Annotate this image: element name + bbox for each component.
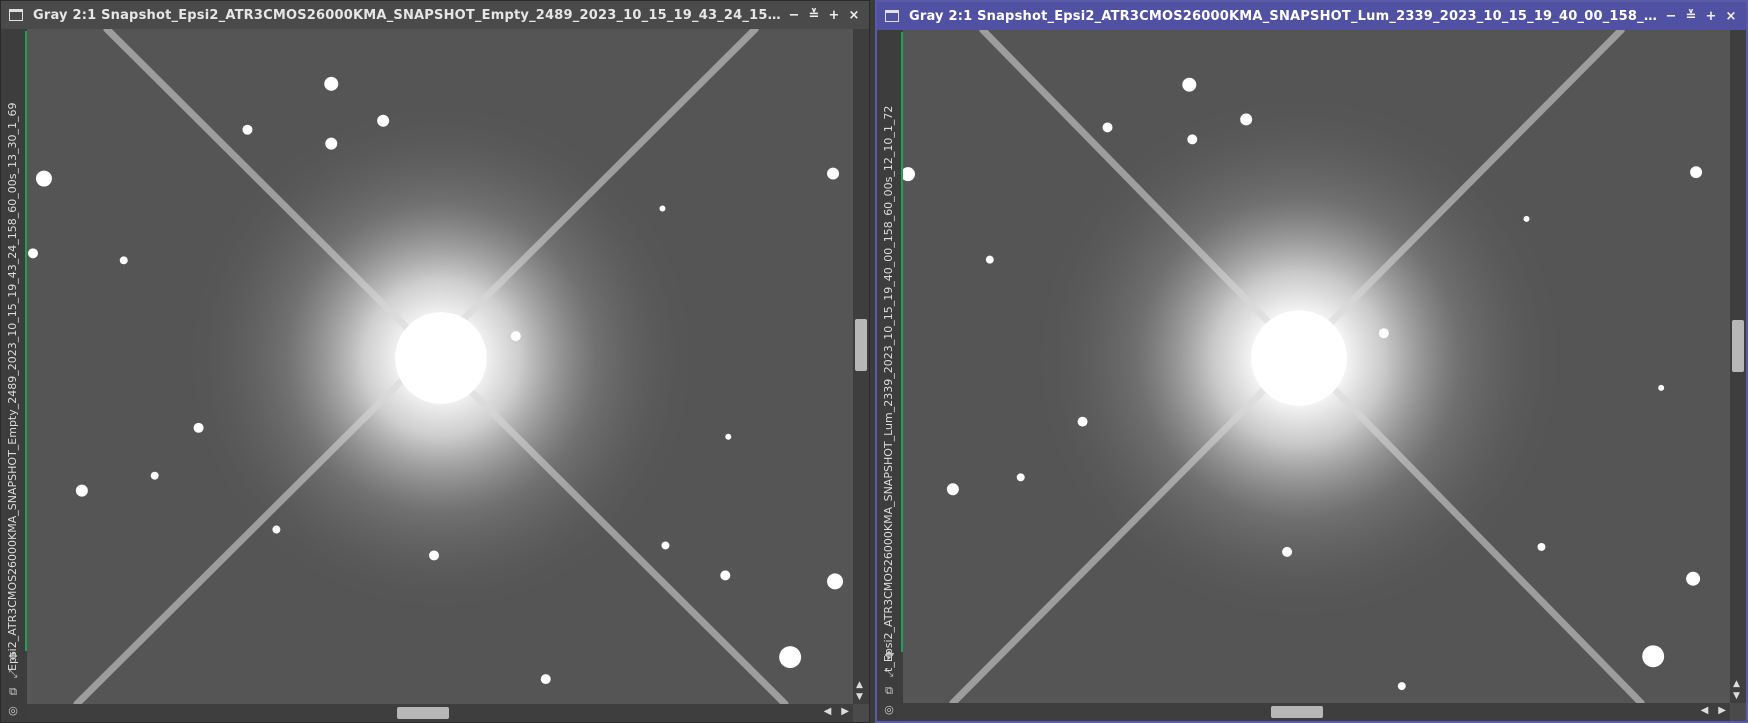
minimize-icon[interactable]: − [1664, 9, 1678, 24]
title-bar[interactable]: Gray 2:1 Snapshot_Epsi2_ATR3CMOS26000KMA… [877, 2, 1746, 30]
close-icon[interactable]: × [1724, 9, 1738, 24]
shade-icon[interactable]: ≚ [807, 8, 821, 23]
zoom-fit-icon[interactable]: ⤡ [883, 666, 895, 679]
target-icon[interactable]: ◎ [883, 703, 895, 716]
window-icon[interactable] [885, 10, 899, 22]
scroll-right-icon[interactable]: ▶ [841, 706, 849, 717]
zoom-fit-icon[interactable]: ⤡ [7, 667, 19, 680]
horizontal-scroll-thumb[interactable] [1271, 706, 1323, 718]
vertical-scrollbar[interactable]: ▲ ▼ [1730, 30, 1746, 703]
maximize-icon[interactable]: + [1704, 9, 1718, 24]
side-panel: t_Epsi2_ATR3CMOS26000KMA_SNAPSHOT_Lum_23… [877, 30, 903, 721]
window-title: Gray 2:1 Snapshot_Epsi2_ATR3CMOS26000KMA… [33, 7, 787, 23]
star-image [903, 30, 1730, 703]
maximize-icon[interactable]: + [827, 8, 841, 23]
clone-icon[interactable]: ⧉ [883, 684, 895, 697]
clone-icon[interactable]: ⧉ [7, 685, 19, 698]
scroll-down-icon[interactable]: ▼ [856, 692, 863, 702]
image-viewport[interactable] [903, 30, 1730, 703]
minimize-icon[interactable]: − [787, 8, 801, 23]
scroll-up-icon[interactable]: ▲ [856, 680, 863, 690]
star-image [27, 29, 853, 704]
horizontal-scrollbar[interactable]: ◀ ▶ [27, 704, 853, 722]
target-icon[interactable]: ◎ [7, 704, 19, 717]
close-icon[interactable]: × [847, 8, 861, 23]
window-icon[interactable] [9, 9, 23, 21]
scroll-up-icon[interactable]: ▲ [1733, 679, 1740, 689]
vertical-scrollbar[interactable]: ▲ ▼ [853, 29, 869, 704]
scroll-left-icon[interactable]: ◀ [1701, 705, 1709, 716]
image-window-lum[interactable]: Gray 2:1 Snapshot_Epsi2_ATR3CMOS26000KMA… [875, 0, 1748, 723]
pan-icon[interactable]: ✥ [883, 649, 895, 662]
window-title: Gray 2:1 Snapshot_Epsi2_ATR3CMOS26000KMA… [909, 8, 1664, 24]
image-viewport[interactable] [27, 29, 853, 704]
scroll-right-icon[interactable]: ▶ [1718, 705, 1726, 716]
image-window-empty[interactable]: Gray 2:1 Snapshot_Epsi2_ATR3CMOS26000KMA… [0, 0, 870, 723]
vertical-scroll-thumb[interactable] [855, 319, 867, 371]
vertical-scroll-thumb[interactable] [1732, 320, 1744, 372]
horizontal-scrollbar[interactable]: ◀ ▶ [903, 703, 1730, 721]
scroll-left-icon[interactable]: ◀ [824, 706, 832, 717]
horizontal-scroll-thumb[interactable] [397, 707, 449, 719]
scroll-down-icon[interactable]: ▼ [1733, 691, 1740, 701]
image-identifier-label: t_Epsi2_ATR3CMOS26000KMA_SNAPSHOT_Lum_23… [882, 105, 895, 672]
pan-icon[interactable]: ✥ [7, 650, 19, 663]
shade-icon[interactable]: ≚ [1684, 9, 1698, 24]
title-bar[interactable]: Gray 2:1 Snapshot_Epsi2_ATR3CMOS26000KMA… [1, 1, 869, 29]
side-panel: Epsi2_ATR3CMOS26000KMA_SNAPSHOT_Empty_24… [1, 29, 27, 722]
image-identifier-label: Epsi2_ATR3CMOS26000KMA_SNAPSHOT_Empty_24… [6, 102, 19, 671]
